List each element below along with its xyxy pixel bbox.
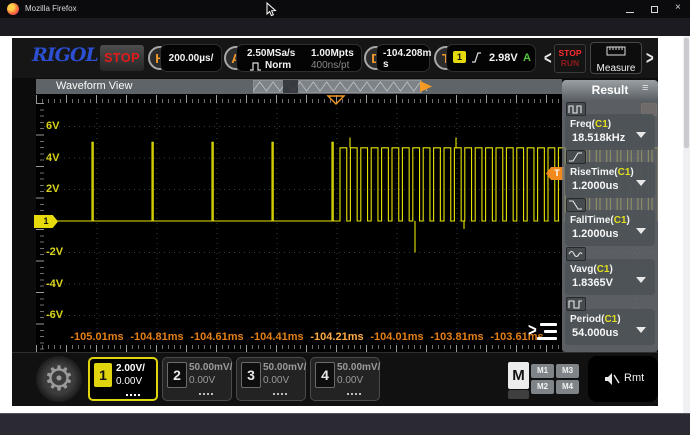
math3-button[interactable]: M3 bbox=[556, 364, 579, 378]
run-label: RUN bbox=[555, 58, 585, 68]
dropdown-arrow-icon[interactable] bbox=[636, 132, 646, 138]
channel2-scale: 50.00mV/ bbox=[189, 362, 232, 373]
measure-button[interactable]: Measure bbox=[590, 42, 642, 74]
trigger-flag: A bbox=[523, 52, 531, 64]
channel4-coupling-icon bbox=[347, 393, 363, 395]
rising-edge-icon bbox=[471, 51, 482, 64]
v-label: -6V bbox=[46, 309, 76, 321]
v-label: 6V bbox=[46, 120, 76, 132]
title-bar: Mozilla Firefox × bbox=[0, 0, 690, 18]
math1-button[interactable]: M1 bbox=[531, 364, 554, 378]
dropdown-arrow-icon[interactable] bbox=[636, 327, 646, 333]
firefox-icon bbox=[7, 3, 19, 15]
trigger-position-marker[interactable] bbox=[326, 95, 346, 106]
close-button[interactable]: × bbox=[675, 2, 681, 13]
channel2-coupling-icon bbox=[199, 393, 215, 395]
delay-value: -104.208m bbox=[383, 48, 431, 59]
math4-button[interactable]: M4 bbox=[556, 380, 579, 394]
sample-rate: 2.50MSa/s bbox=[247, 48, 295, 59]
memory-depth: 1.00Mpts bbox=[311, 48, 354, 59]
math-button-base bbox=[508, 390, 529, 399]
trigger-box[interactable]: 1 2.98V A bbox=[446, 44, 536, 72]
toolbar-next-icon[interactable]: > bbox=[646, 47, 654, 68]
scrollbar-thumb[interactable] bbox=[684, 38, 689, 148]
delay-box[interactable]: -104.208m s bbox=[376, 44, 430, 72]
channel1-coupling-icon bbox=[126, 394, 142, 396]
channel3-button[interactable]: 3 50.00mV/ 0.00V bbox=[236, 357, 306, 401]
stop-label: STOP bbox=[555, 48, 585, 58]
v-label: 2V bbox=[46, 183, 76, 195]
delay-unit: s bbox=[383, 59, 389, 70]
channel1-scale: 2.00V/ bbox=[116, 363, 145, 374]
remote-indicator[interactable]: Rmt bbox=[588, 356, 658, 402]
math2-button[interactable]: M2 bbox=[531, 380, 554, 394]
period-value: 54.000us bbox=[572, 327, 618, 339]
channel2-button[interactable]: 2 50.00mV/ 0.00V bbox=[162, 357, 232, 401]
pulse-icon bbox=[249, 62, 262, 71]
top-ruler bbox=[36, 94, 562, 103]
measure-label: Measure bbox=[591, 63, 641, 74]
speaker-muted-icon bbox=[604, 372, 620, 386]
v-label: -2V bbox=[46, 246, 76, 258]
timebase-value[interactable]: 200.00µs/ bbox=[160, 44, 222, 72]
freq-value: 18.518kHz bbox=[572, 132, 625, 144]
window-title: Mozilla Firefox bbox=[25, 4, 77, 13]
acquire-box[interactable]: 2.50MSa/s Norm 1.00Mpts 400ns/pt bbox=[236, 44, 362, 72]
rigol-gear-logo[interactable]: ⚙ bbox=[36, 356, 82, 402]
mouse-cursor bbox=[266, 2, 278, 18]
find-bar: Alle hervorheben Groß-/Kleinschreibung A… bbox=[0, 413, 690, 435]
channel4-scale: 50.00mV/ bbox=[337, 362, 380, 373]
result-menu-icon[interactable]: ≡ bbox=[642, 82, 648, 94]
v-label: 4V bbox=[46, 152, 76, 164]
risetime-value: 1.2000us bbox=[572, 180, 618, 192]
maximize-button[interactable] bbox=[651, 6, 658, 13]
freq-icon bbox=[566, 102, 586, 116]
run-state-indicator[interactable]: STOP bbox=[100, 45, 144, 71]
channel3-scale: 50.00mV/ bbox=[263, 362, 306, 373]
screenshot-root: Mozilla Firefox × 192.168.178.67/control… bbox=[0, 0, 690, 435]
v-label: -4V bbox=[46, 278, 76, 290]
dropdown-arrow-icon[interactable] bbox=[636, 228, 646, 234]
trigger-level: 2.98V bbox=[489, 52, 518, 64]
url-bar: 192.168.178.67/control.html 120% ☆ ≡ bbox=[0, 18, 690, 36]
channel2-number: 2 bbox=[167, 362, 187, 388]
channel3-coupling-icon bbox=[273, 393, 289, 395]
channel4-number: 4 bbox=[315, 362, 335, 388]
channel1-button[interactable]: 1 2.00V/ 0.00V bbox=[88, 357, 158, 401]
vavg-value: 1.8365V bbox=[572, 277, 613, 289]
falltime-value: 1.2000us bbox=[572, 228, 618, 240]
channel1-offset: 0.00V bbox=[116, 376, 142, 387]
channel2-offset: 0.00V bbox=[189, 375, 215, 386]
tab-waveform-view[interactable]: Waveform View bbox=[56, 80, 132, 92]
expand-menu-icon[interactable]: > bbox=[528, 320, 558, 344]
period-icon bbox=[566, 297, 586, 311]
channel3-number: 3 bbox=[241, 362, 261, 388]
rigol-logo: RIGOL bbox=[32, 44, 98, 66]
channel4-offset: 0.00V bbox=[337, 375, 363, 386]
channel1-number: 1 bbox=[94, 363, 112, 387]
vavg-icon bbox=[566, 247, 586, 261]
dropdown-arrow-icon[interactable] bbox=[636, 180, 646, 186]
acquire-mode: Norm bbox=[265, 60, 291, 71]
channel4-button[interactable]: 4 50.00mV/ 0.00V bbox=[310, 357, 380, 401]
risetime-icon bbox=[566, 150, 586, 164]
trigger-source-badge: 1 bbox=[453, 51, 466, 63]
bottom-ruler bbox=[36, 345, 562, 352]
math-button[interactable]: M bbox=[508, 362, 529, 389]
toolbar-prev-icon[interactable]: < bbox=[544, 47, 552, 68]
remote-label: Rmt bbox=[624, 372, 644, 384]
minimize-button[interactable] bbox=[626, 12, 634, 13]
falltime-icon bbox=[566, 198, 586, 212]
ruler-icon bbox=[606, 46, 626, 56]
channel3-offset: 0.00V bbox=[263, 375, 289, 386]
tab-strip-edge bbox=[36, 79, 48, 94]
sample-resolution: 400ns/pt bbox=[311, 60, 349, 71]
dropdown-arrow-icon[interactable] bbox=[636, 277, 646, 283]
waveform-minimap[interactable] bbox=[253, 80, 435, 93]
stop-run-button[interactable]: STOP RUN bbox=[554, 44, 586, 73]
expand-chevron-glyph: > bbox=[528, 320, 537, 341]
